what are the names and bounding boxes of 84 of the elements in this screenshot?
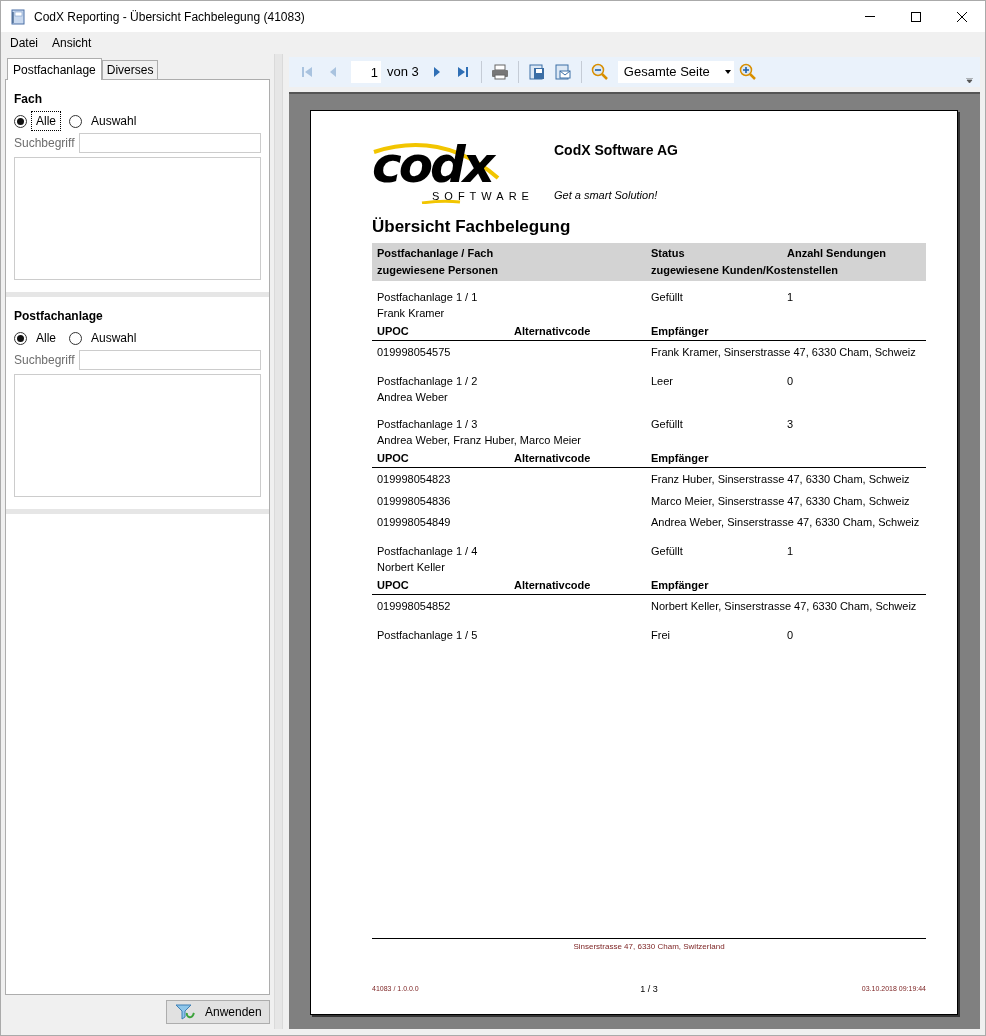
minimize-icon (865, 16, 875, 17)
zoom-out-icon (590, 63, 609, 81)
column-header: Alternativcode (514, 323, 592, 339)
funnel-icon (175, 1003, 195, 1021)
page-number: 1 / 3 (640, 982, 658, 996)
column-header: Alternativcode (514, 577, 592, 593)
apply-button[interactable]: Anwenden (166, 1000, 271, 1024)
shipment-count: 1 (787, 289, 794, 305)
column-header: Empfänger (651, 323, 709, 339)
chevron-down-icon (965, 77, 973, 83)
radio-button[interactable]: Auswahl (69, 112, 142, 130)
shipment-count: 1 (787, 543, 794, 559)
status-text: Leer (651, 373, 675, 389)
overflow-button[interactable] (964, 75, 974, 85)
document-envelope-icon (553, 63, 572, 81)
printer-icon (490, 64, 509, 80)
close-icon (957, 11, 967, 22)
upoc-code: 019998054575 (377, 345, 452, 360)
status-text: Gefüllt (651, 543, 684, 559)
compartment-name: Postfachanlage 1 / 2 (377, 373, 479, 389)
report-title: Übersicht Fachbelegung (372, 216, 572, 238)
search-field[interactable] (78, 350, 262, 370)
compartment-name: Postfachanlage 1 / 4 (377, 543, 479, 559)
zoom-in-icon (738, 63, 757, 81)
triangle-left-icon (328, 65, 338, 79)
skip-forward-icon (455, 65, 470, 79)
assigned-persons: Andrea Weber (377, 390, 449, 405)
shipment-count: 3 (787, 416, 794, 432)
page-field[interactable]: 1 (351, 61, 381, 83)
section-title: Fach (14, 91, 43, 108)
skip-back-icon (300, 65, 314, 79)
footer-address: Sinserstrasse 47, 6330 Cham, Switzerland (573, 940, 725, 953)
column-header: UPOC (377, 577, 410, 593)
window-title: CodX Reporting - Übersicht Fachbelegung (41083) (34, 8, 305, 26)
compartment-name: Postfachanlage 1 / 5 (377, 627, 479, 643)
section-title: Postfachanlage (14, 308, 104, 325)
column-header: zugewiesene Personen (377, 262, 500, 278)
assigned-persons: Norbert Keller (377, 560, 446, 575)
search-field[interactable] (78, 133, 262, 153)
column-header: Status (651, 245, 686, 261)
triangle-right-icon (431, 65, 442, 79)
column-header: Alternativcode (514, 450, 592, 466)
page-count: von 3 (387, 63, 419, 82)
column-header: zugewiesene Kunden/Kostenstellen (651, 262, 840, 278)
status-text: Frei (651, 627, 671, 643)
recipient-address: Franz Huber, Sinserstrasse 47, 6330 Cham, Schweiz (651, 472, 911, 487)
column-header: UPOC (377, 450, 410, 466)
upoc-code: 019998054849 (377, 515, 452, 530)
status-text: Gefüllt (651, 289, 684, 305)
list-box[interactable] (14, 374, 262, 497)
column-header: Empfänger (651, 577, 709, 593)
tab[interactable]: Diverses (101, 60, 159, 79)
company-logo: codx SOFTWARE (372, 136, 532, 204)
column-header: Empfänger (651, 450, 709, 466)
column-header: Anzahl Sendungen (787, 245, 887, 261)
status-text: Gefüllt (651, 416, 684, 432)
tab[interactable]: Postfachanlage (7, 58, 102, 80)
column-header: Postfachanlage / Fach (377, 245, 495, 261)
field-label: Suchbegriff (14, 135, 75, 152)
assigned-persons: Frank Kramer (377, 306, 446, 321)
menu-item[interactable]: Datei (6, 34, 42, 52)
shipment-count: 0 (787, 627, 794, 643)
zoom-dropdown[interactable]: Gesamte Seite (617, 61, 734, 83)
field-label: Suchbegriff (14, 352, 75, 369)
upoc-code: 019998054823 (377, 472, 452, 487)
column-header: UPOC (377, 323, 410, 339)
list-box[interactable] (14, 157, 262, 280)
maximize-icon (911, 11, 921, 22)
assigned-persons: Andrea Weber, Franz Huber, Marco Meier (377, 433, 582, 448)
shipment-count: 0 (787, 373, 794, 389)
company-name: CodX Software AG (554, 141, 678, 160)
slogan: Get a smart Solution! (554, 188, 659, 203)
notebook-icon (10, 8, 26, 25)
menu-item[interactable]: Ansicht (48, 34, 96, 52)
recipient-address: Marco Meier, Sinserstrasse 47, 6330 Cham, Schweiz (651, 493, 911, 509)
upoc-code: 019998054836 (377, 493, 452, 509)
recipient-address: Frank Kramer, Sinserstrasse 47, 6330 Cham, Schweiz (651, 345, 917, 360)
compartment-name: Postfachanlage 1 / 3 (377, 416, 479, 432)
recipient-address: Andrea Weber, Sinserstrasse 47, 6330 Cham, Schweiz (651, 515, 921, 530)
compartment-name: Postfachanlage 1 / 1 (377, 289, 479, 305)
radio-button[interactable]: Alle (14, 329, 61, 347)
recipient-address: Norbert Keller, Sinserstrasse 47, 6330 Cham, Schweiz (651, 599, 918, 614)
upoc-code: 019998054852 (377, 599, 452, 614)
radio-button[interactable]: Auswahl (69, 329, 142, 347)
